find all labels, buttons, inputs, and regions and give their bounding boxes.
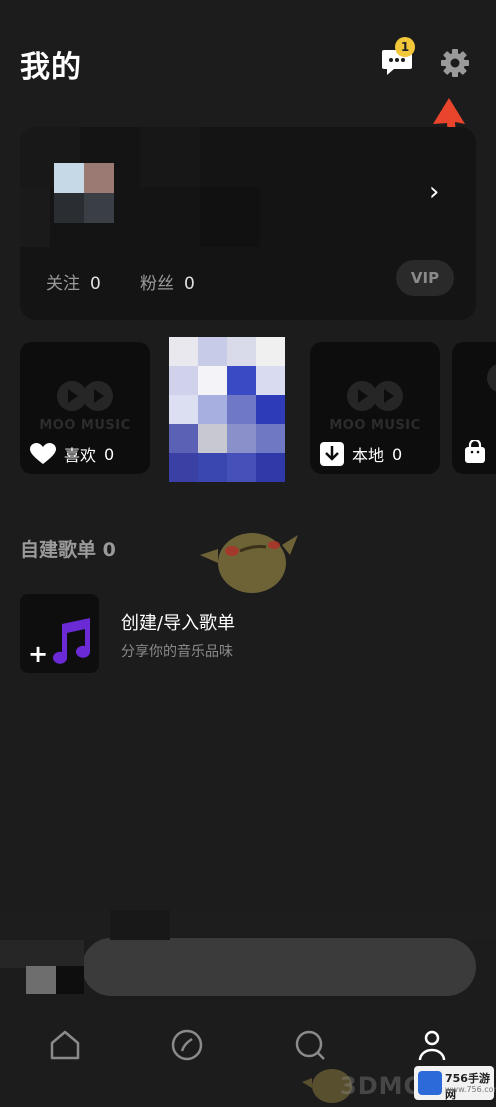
fans-label: 粉丝 [140,274,174,294]
page-title: 我的 [20,50,82,85]
plus-icon: + [28,640,49,668]
moo-music-logo-icon [347,381,403,411]
create-playlist-title[interactable]: 创建/导入歌单 [121,609,235,635]
follow-count: 0 [90,274,101,294]
settings-gear-icon[interactable] [440,48,470,78]
download-icon [320,442,344,466]
follow-stat[interactable]: 关注 0 [46,269,101,294]
bottom-tab-bar [0,1010,496,1070]
favorites-label: 喜欢 0 [30,442,114,466]
create-playlist-subtitle: 分享你的音乐品味 [121,644,233,660]
purchased-tile[interactable] [452,342,496,474]
heart-icon [30,443,56,464]
watermark-logo-icon [418,1071,442,1095]
follow-label: 关注 [46,274,80,294]
bag-icon [465,440,485,463]
bird-mascot-watermark-icon [200,533,298,593]
fans-count: 0 [184,274,195,294]
message-badge: 1 [395,37,415,57]
favorites-text: 喜欢 [64,446,97,465]
local-count: 0 [392,444,403,464]
favorites-count: 0 [104,444,115,464]
local-music-tile[interactable]: MOO MUSIC 本地 0 [310,342,440,474]
mini-player[interactable] [0,910,496,1000]
favorites-tile[interactable]: MOO MUSIC 喜欢 0 [20,342,150,474]
watermark-url-text: www.756.com [445,1085,496,1094]
moo-music-logo-icon [487,364,496,392]
local-text: 本地 [352,446,385,465]
profile-card[interactable]: › 关注 0 粉丝 0 VIP [20,127,476,320]
create-playlist-cover[interactable]: + [20,594,99,673]
avatar[interactable] [54,163,114,223]
profile-icon[interactable] [415,1028,449,1062]
moo-music-logo-icon [57,381,113,411]
moo-music-logo-text: MOO MUSIC [329,418,421,433]
vip-button[interactable]: VIP [396,260,454,296]
compass-icon[interactable] [170,1028,204,1062]
music-note-icon [53,618,90,664]
home-icon[interactable] [48,1028,82,1062]
pixelated-cover-image[interactable] [169,337,285,482]
watermark-756-logo: 756手游网 www.756.com [414,1066,496,1101]
profile-chevron-icon[interactable]: › [429,177,439,207]
fans-stat[interactable]: 粉丝 0 [140,269,195,294]
local-label: 本地 0 [320,442,402,466]
custom-playlists-title: 自建歌单 0 [20,539,116,561]
moo-music-logo-text: MOO MUSIC [39,418,131,433]
search-icon[interactable] [293,1028,327,1062]
